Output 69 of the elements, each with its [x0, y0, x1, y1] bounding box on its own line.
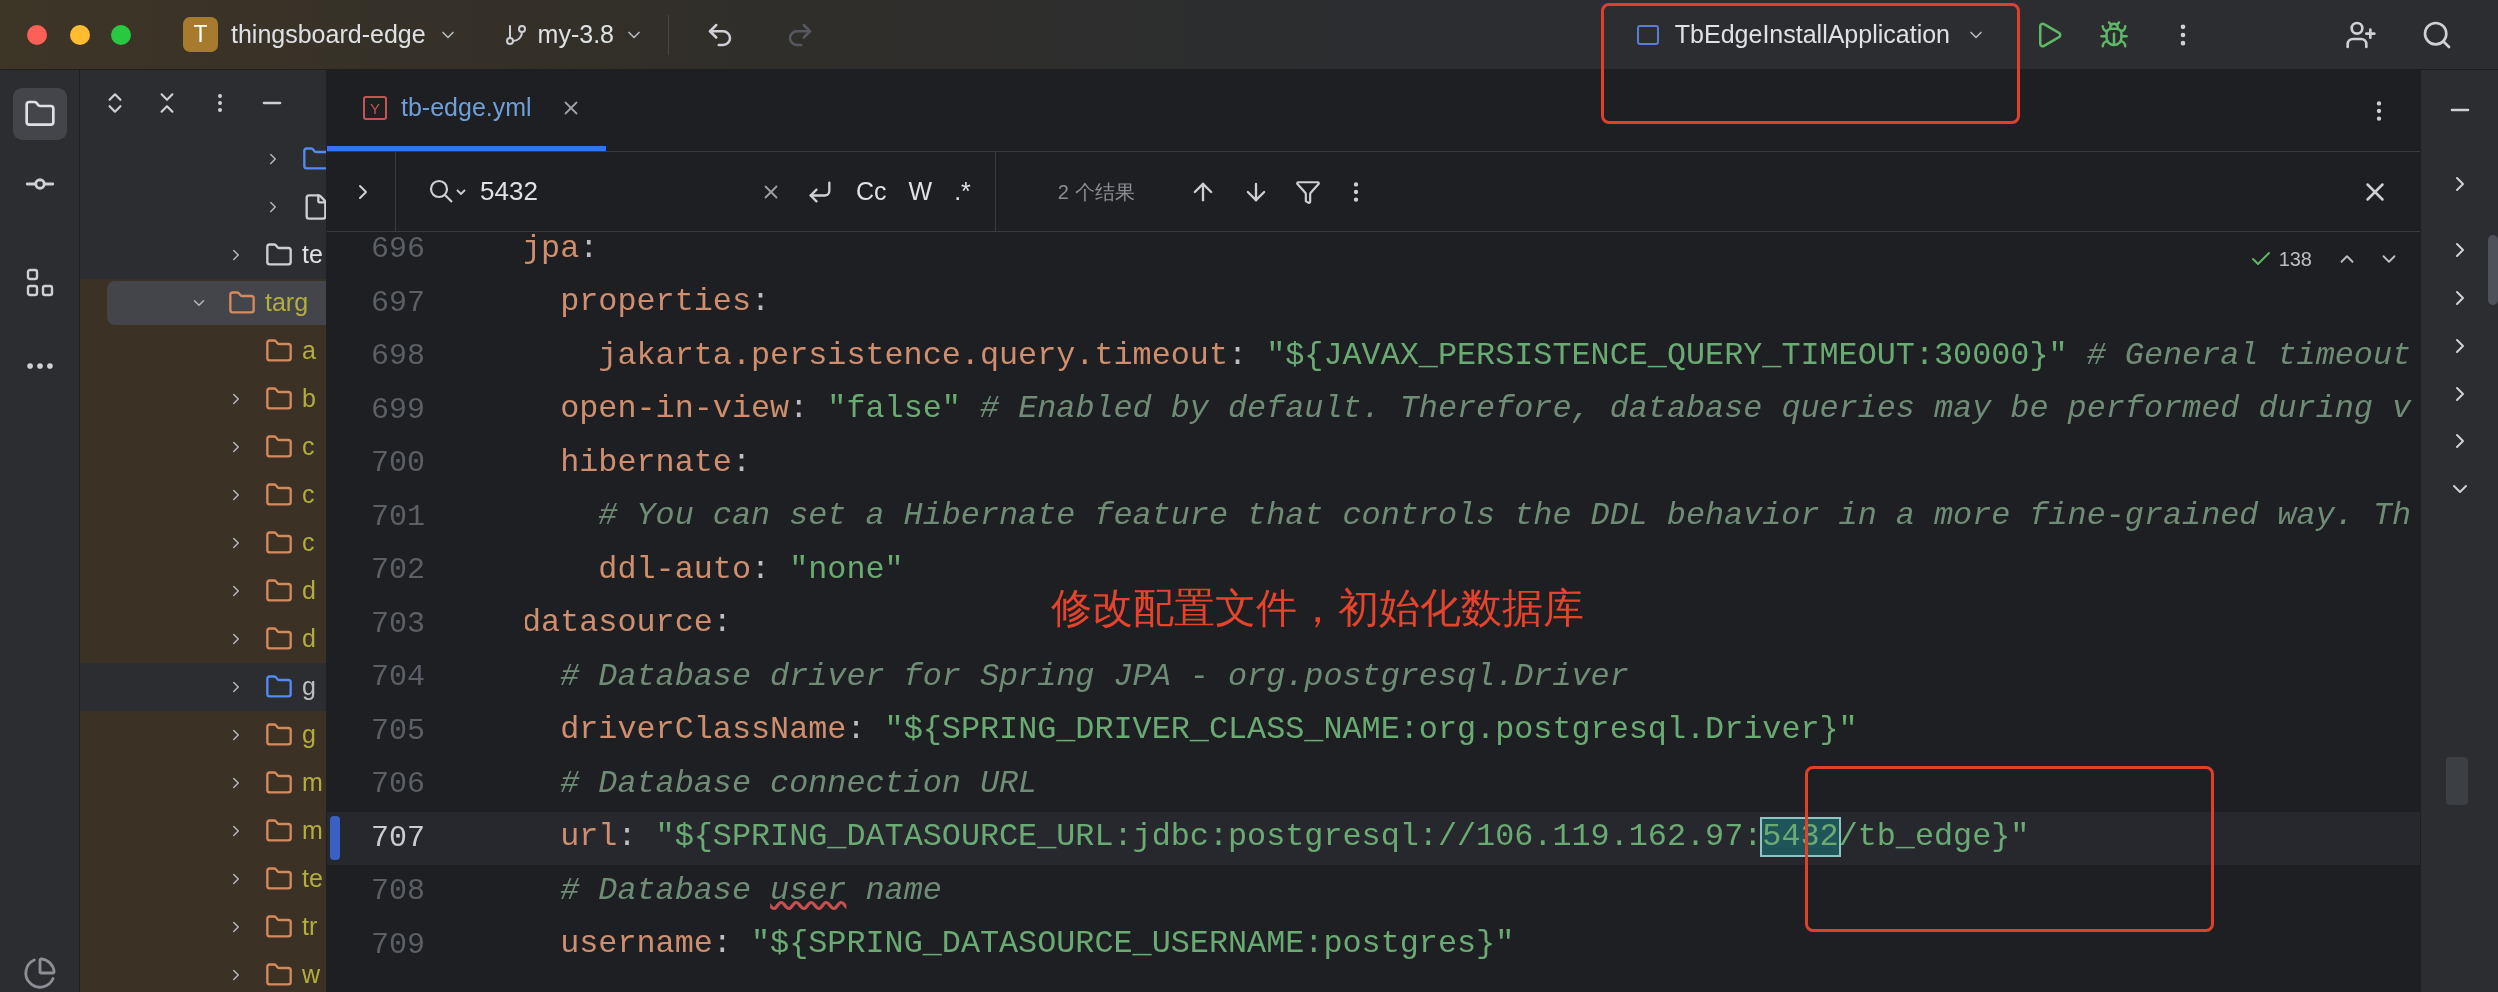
folder-icon	[265, 625, 293, 653]
line-number: 707	[371, 819, 425, 857]
code-line: datasource:	[525, 604, 732, 644]
result-count: 2 个结果	[1057, 179, 1135, 205]
line-number: 706	[371, 766, 425, 804]
line-number: 705	[371, 712, 425, 750]
tree-item[interactable]: targ	[107, 281, 326, 325]
project-badge: T	[183, 17, 218, 52]
code-line: hibernate:	[559, 443, 751, 483]
line-number: 698	[371, 338, 425, 376]
folder-icon	[265, 721, 293, 749]
editor-tab[interactable]: Y tb-edge.yml	[327, 70, 606, 151]
folder-icon	[265, 961, 293, 989]
folder-icon	[265, 337, 293, 365]
line-number: 700	[371, 445, 425, 483]
search-option-toggle[interactable]: .*	[954, 172, 971, 211]
code-line: jakarta.persistence.query.timeout: "${JAVAX_PERSISTENCE_QUERY_TIMEOUT:30000}" # General timeout	[597, 336, 2412, 376]
maximize-window-button[interactable]	[111, 24, 131, 45]
folder-icon	[265, 529, 293, 557]
folder-icon	[302, 145, 326, 173]
branch-selector[interactable]: my-3.8	[503, 15, 644, 54]
line-number: 708	[371, 873, 425, 911]
run-configuration-selector[interactable]: TbEdgeInstallApplication	[1636, 15, 1986, 54]
bug-icon[interactable]	[2099, 19, 2129, 50]
folder-icon	[265, 481, 293, 509]
branch-icon	[503, 22, 528, 47]
code-line: # Database driver for Spring JPA - org.postgresql.Driver	[559, 657, 1629, 697]
close-window-button[interactable]	[27, 24, 47, 45]
folder-icon	[265, 577, 293, 605]
window-icon	[1636, 24, 1659, 45]
line-number: 696	[371, 232, 425, 269]
minimize-window-button[interactable]	[70, 24, 90, 45]
folder-icon	[265, 913, 293, 941]
line-number: 701	[371, 498, 425, 536]
folder-icon	[265, 385, 293, 413]
folder-icon	[265, 433, 293, 461]
folder-icon	[265, 865, 293, 893]
folder-icon	[265, 241, 293, 269]
code-line: # You can set a Hibernate feature that controls the DDL behavior in a more fine-grained way. Th	[597, 497, 2412, 537]
folder-icon	[265, 769, 293, 797]
line-number: 699	[371, 391, 425, 429]
pie-chart-icon[interactable]	[22, 956, 57, 990]
line-number: 709	[371, 926, 425, 964]
code-line: ddl-auto: "none"	[597, 550, 904, 590]
search-field[interactable]: 5432	[480, 172, 760, 211]
change-marker[interactable]	[330, 816, 340, 861]
line-number: 702	[371, 552, 425, 590]
code-line: username: "${SPRING_DATASOURCE_USERNAME:postgres}"	[559, 925, 1515, 965]
code-line: properties:	[559, 283, 771, 323]
project-tool-button[interactable]	[12, 88, 67, 140]
code-line: open-in-view: "false" # Enabled by default. Therefore, database queries may be performed during v	[559, 390, 2412, 430]
filter-icon[interactable]	[1294, 178, 1321, 205]
code-line: # Database connection URL	[559, 764, 1038, 804]
line-number: 704	[371, 659, 425, 697]
line-number: 697	[371, 284, 425, 322]
code-line: # Database user name	[559, 871, 942, 911]
folder-icon	[265, 817, 293, 845]
project-selector[interactable]: T thingsboard-edge	[183, 15, 458, 54]
tree-item[interactable]: g	[107, 665, 326, 709]
annotation-text: 修改配置文件，初始化数据库	[1051, 588, 1584, 629]
search-option-toggle[interactable]: W	[908, 172, 933, 211]
folder-icon	[265, 673, 293, 701]
tree-item[interactable]: te	[107, 233, 326, 277]
code-line: driverClassName: "${SPRING_DRIVER_CLASS_NAME:org.postgresql.Driver}"	[559, 711, 1858, 751]
search-option-toggle[interactable]: Cc	[856, 172, 887, 211]
folder-icon	[228, 289, 256, 317]
yaml-file-icon: Y	[363, 96, 387, 120]
line-number: 703	[371, 605, 425, 643]
scrollbar-thumb[interactable]	[2488, 235, 2498, 305]
